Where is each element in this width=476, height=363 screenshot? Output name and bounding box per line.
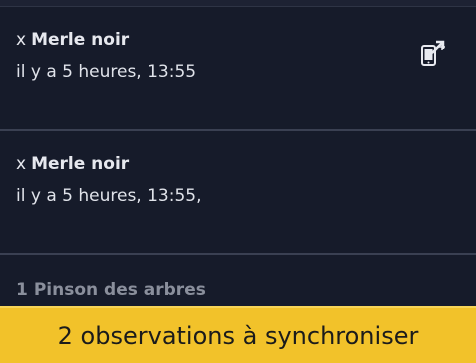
observation-time: il y a 5 heures, 13:55: [16, 62, 197, 82]
observation-title: x Merle noir: [16, 154, 129, 174]
sync-button[interactable]: 2 observations à synchroniser: [0, 306, 476, 363]
observation-count-prefix: 1: [16, 280, 28, 300]
observation-item[interactable]: x Merle noir il y a 5 heures, 13:55: [0, 8, 476, 130]
observation-time: il y a 5 heures, 13:55,: [16, 186, 202, 206]
observation-species: Merle noir: [31, 30, 130, 50]
list-divider: [0, 253, 476, 255]
list-top-edge: [0, 0, 476, 7]
observation-count-prefix: x: [16, 30, 27, 50]
observation-list-screen: x Merle noir il y a 5 heures, 13:55 x Merl…: [0, 0, 476, 363]
sync-button-label: 2 observations à synchroniser: [57, 321, 419, 350]
observation-title: x Merle noir: [16, 30, 129, 50]
phone-sync-icon[interactable]: [418, 38, 448, 68]
observation-species: Merle noir: [31, 154, 130, 174]
list-divider: [0, 129, 476, 131]
observation-title: 1 Pinson des arbres: [16, 280, 206, 300]
observation-count-prefix: x: [16, 154, 27, 174]
observation-species: Pinson des arbres: [33, 280, 206, 300]
observation-item[interactable]: x Merle noir il y a 5 heures, 13:55,: [0, 132, 476, 254]
